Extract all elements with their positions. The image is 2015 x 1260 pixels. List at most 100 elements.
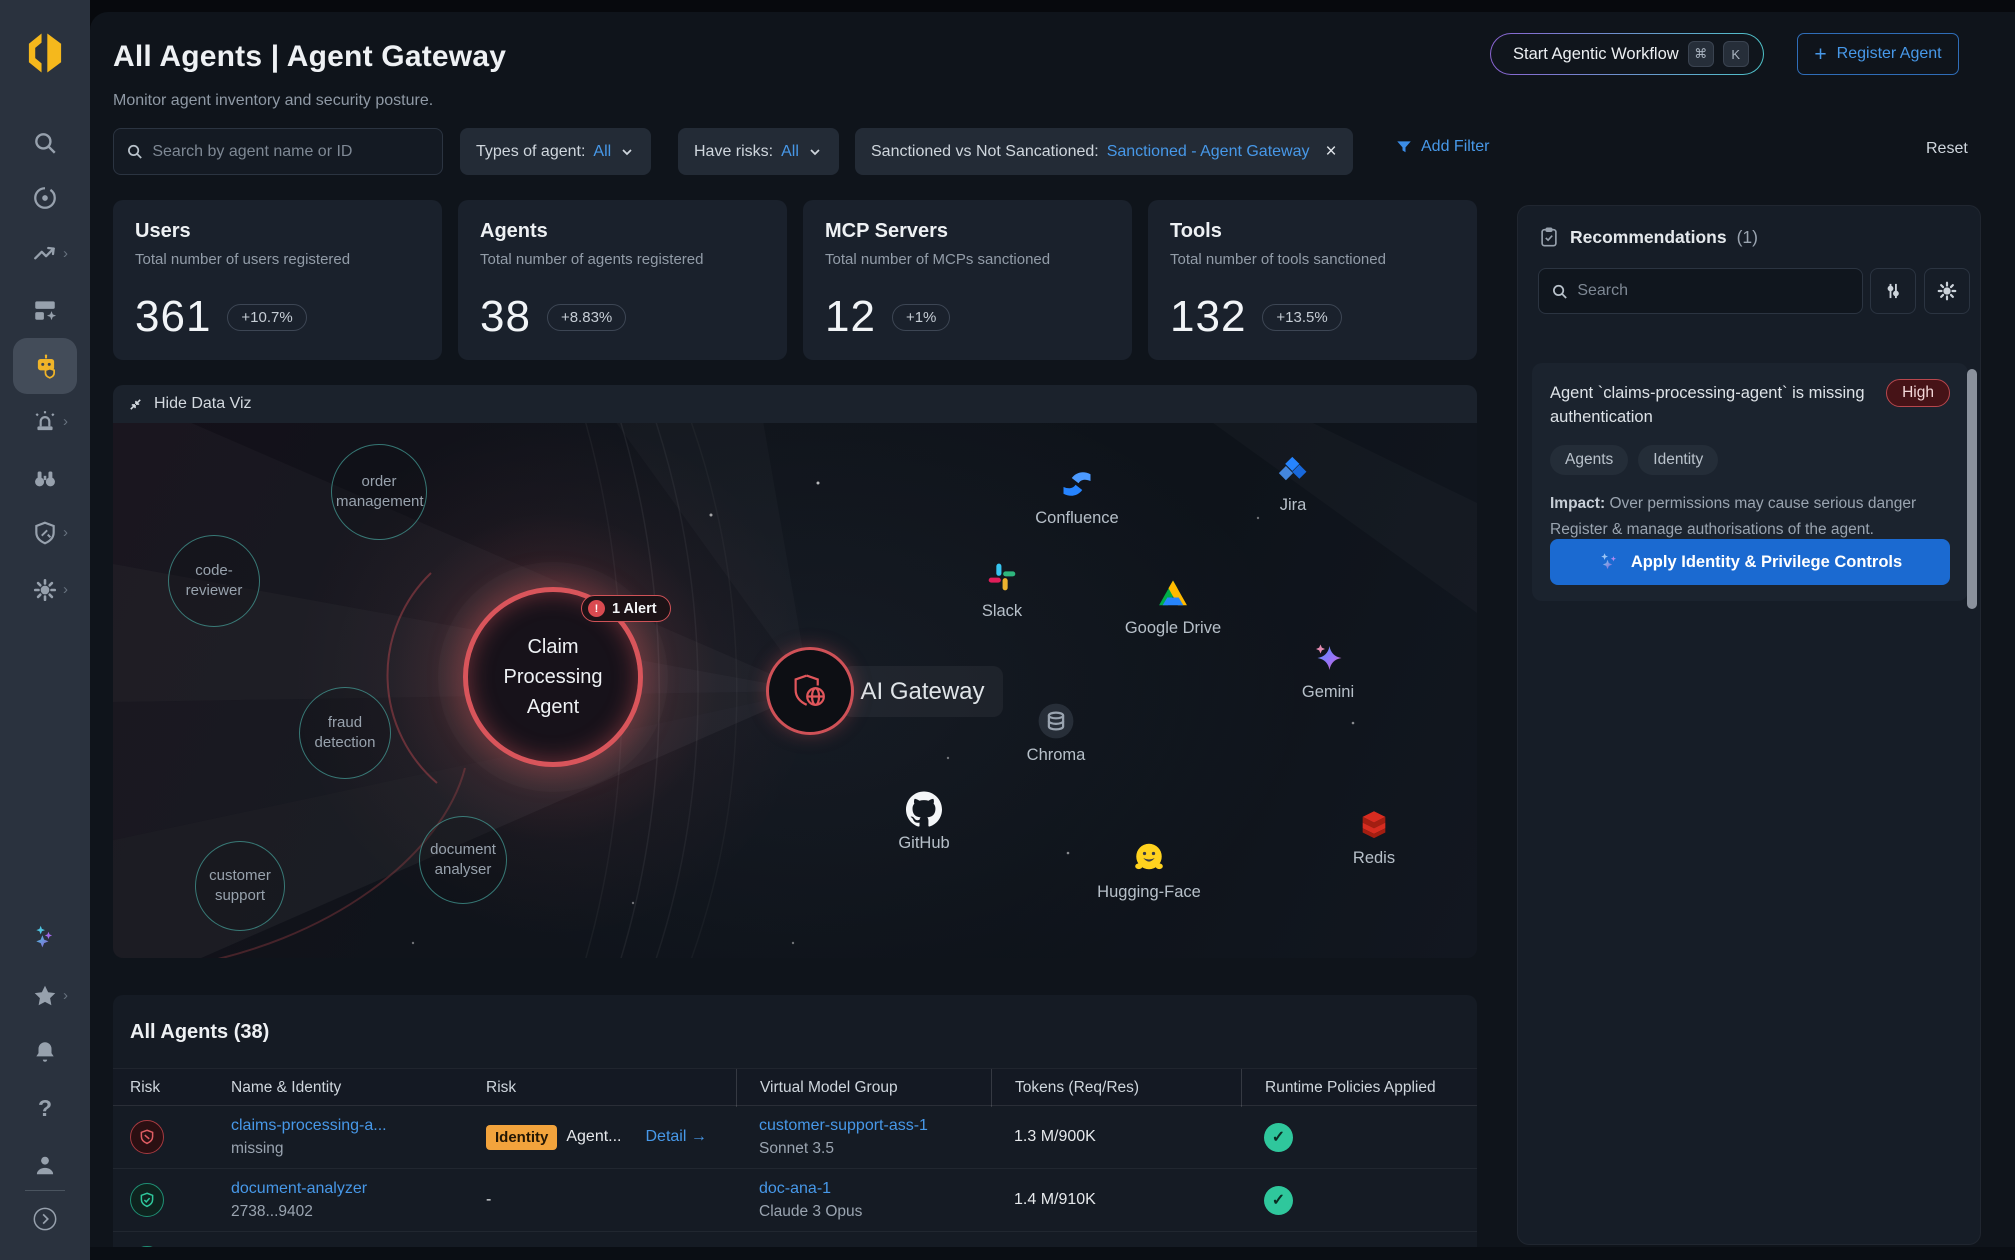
stat-desc: Total number of users registered — [135, 251, 420, 268]
ai-sparkles-icon[interactable] — [32, 924, 62, 954]
stat-value: 12 — [825, 292, 876, 342]
recommendation-card[interactable]: Agent `claims-processing-agent` is missi… — [1532, 363, 1968, 601]
risk-text: Agent... — [566, 1128, 621, 1146]
agent-search-input[interactable] — [152, 143, 430, 161]
agent-identity: 2738...9402 — [231, 1203, 463, 1221]
dashboard-layout-icon[interactable] — [32, 297, 58, 323]
stat-title: Agents — [480, 220, 765, 243]
impact-label: Impact: — [1550, 495, 1605, 512]
notifications-bell-icon[interactable] — [32, 1039, 58, 1065]
stat-delta-badge: +13.5% — [1262, 304, 1341, 331]
page-title: All Agents | Agent Gateway — [113, 40, 506, 74]
gemini-icon — [1268, 638, 1388, 678]
policy-shield-wrench-icon[interactable] — [32, 520, 58, 546]
filter-sliders-button[interactable] — [1870, 268, 1916, 314]
google-drive-icon — [1113, 574, 1233, 614]
agent-identity: missing — [231, 1140, 463, 1158]
col-risk[interactable]: Risk — [463, 1079, 736, 1097]
observe-binoculars-icon[interactable] — [32, 465, 58, 491]
filter-type-value: All — [593, 143, 611, 161]
filter-risks-chip[interactable]: Have risks: All — [678, 128, 839, 175]
agent-node-order-management[interactable]: order management — [331, 444, 427, 540]
table-row[interactable]: document-analyzer2738...9402 - doc-ana-1… — [113, 1169, 1477, 1232]
service-node-jira[interactable]: Jira — [1233, 451, 1353, 515]
chevron-right-icon: › — [63, 581, 68, 598]
recommendations-title: Recommendations — [1570, 227, 1727, 248]
register-agent-button[interactable]: + Register Agent — [1797, 33, 1959, 75]
sidebar: › › › › › ? — [0, 0, 90, 1260]
brand-logo-icon[interactable] — [24, 30, 66, 76]
ai-gateway-label: AI Gateway — [842, 666, 1003, 717]
stat-desc: Total number of tools sanctioned — [1170, 251, 1455, 268]
service-label: GitHub — [864, 834, 984, 853]
start-agentic-workflow-button[interactable]: Start Agentic Workflow ⌘ K — [1490, 33, 1764, 75]
agent-robot-shield-icon[interactable] — [33, 353, 59, 379]
recommendations-search-input[interactable] — [1577, 282, 1850, 300]
claim-agent-label: Claim Processing Agent — [496, 632, 611, 722]
stat-card-users: Users Total number of users registered 3… — [113, 200, 442, 360]
discover-radar-icon[interactable] — [32, 185, 58, 211]
data-viz-canvas: order management code-reviewer fraud det… — [113, 423, 1477, 958]
service-node-chroma[interactable]: Chroma — [996, 701, 1116, 765]
tokens-value: 1.3 M/900K — [991, 1128, 1241, 1146]
stat-card-agents: Agents Total number of agents registered… — [458, 200, 787, 360]
service-node-redis[interactable]: Redis — [1314, 804, 1434, 868]
chevron-down-icon — [807, 144, 823, 160]
col-tokens[interactable]: Tokens (Req/Res) — [991, 1069, 1241, 1107]
service-node-google-drive[interactable]: Google Drive — [1113, 574, 1233, 638]
search-icon[interactable] — [32, 130, 58, 156]
add-filter-button[interactable]: Add Filter — [1395, 138, 1489, 156]
service-node-hugging-face[interactable]: Hugging-Face — [1089, 838, 1209, 902]
vmg-link[interactable]: customer-support-ass-1 — [759, 1117, 928, 1134]
agent-name-link[interactable]: document-analyzer — [231, 1180, 367, 1197]
service-node-confluence[interactable]: Confluence — [1017, 464, 1137, 528]
detail-link[interactable]: Detail → — [646, 1128, 707, 1146]
clipboard-check-icon — [1538, 226, 1560, 248]
col-name-identity[interactable]: Name & Identity — [208, 1079, 463, 1097]
jira-icon — [1233, 451, 1353, 491]
agent-node-document-analyser[interactable]: document analyser — [419, 816, 507, 904]
panel-scrollbar[interactable] — [1967, 369, 1977, 609]
confluence-icon — [1017, 464, 1137, 504]
chroma-icon — [996, 701, 1116, 741]
agent-node-fraud-detection[interactable]: fraud detection — [299, 687, 391, 779]
col-runtime-policies[interactable]: Runtime Policies Applied — [1241, 1069, 1477, 1107]
filter-sanctioned-chip[interactable]: Sanctioned vs Not Sancationed: Sanctione… — [855, 128, 1353, 175]
reset-filters-button[interactable]: Reset — [1926, 140, 1968, 158]
user-profile-icon[interactable] — [32, 1152, 58, 1178]
insights-trend-icon[interactable] — [32, 241, 58, 267]
hide-data-viz-toggle[interactable]: Hide Data Viz — [113, 385, 1477, 423]
stat-title: Users — [135, 220, 420, 243]
remove-filter-icon[interactable]: × — [1326, 141, 1337, 163]
redis-icon — [1314, 804, 1434, 844]
favorites-star-icon[interactable] — [32, 983, 58, 1009]
service-node-gemini[interactable]: Gemini — [1268, 638, 1388, 702]
ai-gateway-node[interactable] — [766, 647, 854, 735]
vmg-link[interactable]: doc-ana-1 — [759, 1180, 831, 1197]
recommendations-count: (1) — [1737, 227, 1758, 248]
service-node-github[interactable]: GitHub — [864, 789, 984, 853]
col-virtual-model-group[interactable]: Virtual Model Group — [736, 1069, 991, 1107]
apply-identity-controls-button[interactable]: Apply Identity & Privilege Controls — [1550, 539, 1950, 585]
filter-type-chip[interactable]: Types of agent: All — [460, 128, 651, 175]
help-question-icon[interactable]: ? — [32, 1095, 58, 1121]
col-risk-icon[interactable]: Risk — [130, 1079, 208, 1097]
table-row[interactable]: claims-processing-a...missing IdentityAg… — [113, 1106, 1477, 1169]
settings-gear-icon[interactable] — [32, 577, 58, 603]
stat-delta-badge: +8.83% — [547, 304, 626, 331]
stat-title: Tools — [1170, 220, 1455, 243]
chevron-down-icon — [619, 144, 635, 160]
service-node-slack[interactable]: Slack — [942, 557, 1062, 621]
github-icon — [864, 789, 984, 829]
agent-node-customer-support[interactable]: customer support — [195, 841, 285, 931]
agent-name-link[interactable]: claims-processing-a... — [231, 1117, 387, 1134]
alerts-siren-icon[interactable] — [32, 409, 58, 435]
panel-settings-button[interactable] — [1924, 268, 1970, 314]
severity-badge: High — [1886, 379, 1950, 407]
impact-text: Over permissions may cause serious dange… — [1609, 495, 1916, 512]
collapse-sidebar-icon[interactable] — [32, 1206, 60, 1234]
agent-node-code-reviewer[interactable]: code-reviewer — [168, 535, 260, 627]
alert-badge[interactable]: ! 1 Alert — [581, 595, 671, 622]
service-label: Confluence — [1017, 509, 1137, 528]
stat-card-tools: Tools Total number of tools sanctioned 1… — [1148, 200, 1477, 360]
